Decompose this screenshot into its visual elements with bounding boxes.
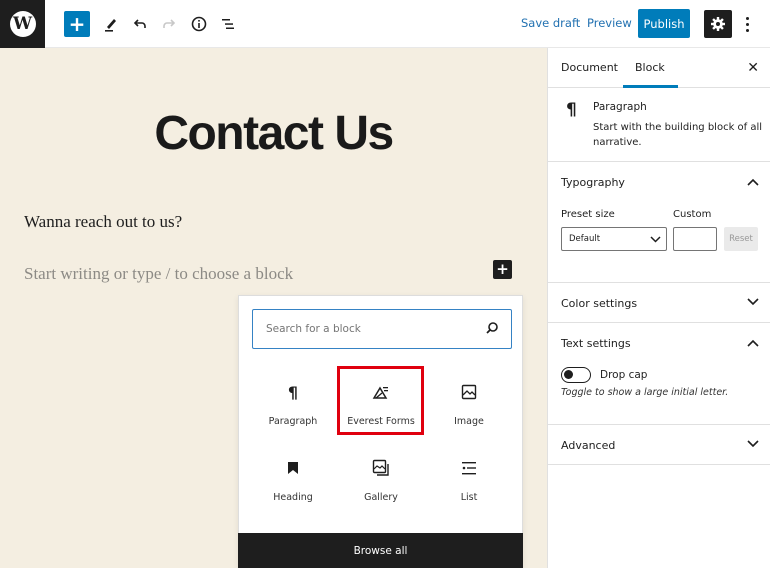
- block-card: ¶ Paragraph Start with the building bloc…: [548, 88, 770, 162]
- tools-button[interactable]: [98, 11, 124, 37]
- typography-panel: Typography Preset size Custom Default Re…: [548, 162, 770, 283]
- dot: [745, 28, 749, 32]
- save-draft-button[interactable]: Save draft: [521, 16, 580, 30]
- preview-button[interactable]: Preview: [587, 16, 632, 30]
- dot: [745, 22, 749, 26]
- block-item-image[interactable]: Image: [425, 374, 513, 440]
- list-icon: [461, 454, 477, 482]
- custom-size-input[interactable]: [673, 227, 717, 251]
- sidebar-tabs: Document Block ✕: [548, 48, 770, 88]
- chevron-down-icon: [650, 236, 661, 243]
- block-inserter-popover: ¶ Paragraph Everest Forms Image Heading …: [238, 295, 523, 568]
- typography-panel-toggle[interactable]: Typography: [561, 176, 625, 189]
- drop-cap-label: Drop cap: [600, 369, 648, 381]
- settings-button[interactable]: [704, 10, 732, 38]
- block-item-label: Heading: [273, 492, 313, 503]
- wordpress-logo-button[interactable]: W: [0, 0, 45, 48]
- text-settings-toggle[interactable]: Text settings: [561, 337, 631, 350]
- custom-size-label: Custom: [673, 209, 712, 220]
- redo-icon: [163, 19, 176, 28]
- chevron-up-icon[interactable]: [747, 178, 759, 186]
- text-settings-panel: Text settings Drop cap Toggle to show a …: [548, 323, 770, 425]
- tab-document[interactable]: Document: [561, 61, 618, 74]
- pilcrow-icon: ¶: [287, 382, 299, 402]
- close-sidebar-button[interactable]: ✕: [747, 60, 759, 76]
- chevron-down-icon[interactable]: [747, 298, 759, 306]
- list-view-icon: [222, 19, 234, 29]
- dot: [745, 16, 749, 20]
- reset-button[interactable]: Reset: [724, 227, 758, 251]
- info-button[interactable]: [186, 11, 212, 37]
- block-search-input[interactable]: [266, 323, 476, 335]
- chevron-down-icon[interactable]: [747, 440, 759, 448]
- block-item-heading[interactable]: Heading: [249, 450, 337, 516]
- preset-size-label: Preset size: [561, 209, 615, 220]
- bookmark-icon: [287, 454, 299, 482]
- block-item-label: Paragraph: [268, 416, 318, 427]
- color-settings-toggle[interactable]: Color settings: [561, 297, 637, 310]
- undo-button[interactable]: [127, 11, 153, 37]
- block-item-list[interactable]: List: [425, 450, 513, 516]
- undo-icon: [133, 19, 146, 28]
- browse-all-button[interactable]: Browse all: [238, 533, 523, 568]
- search-icon: [486, 322, 498, 334]
- block-item-paragraph[interactable]: ¶ Paragraph: [249, 374, 337, 440]
- drop-cap-toggle[interactable]: [561, 367, 591, 383]
- block-item-label: Image: [454, 416, 484, 427]
- close-icon: ✕: [747, 60, 759, 76]
- image-icon: [461, 378, 477, 406]
- block-item-gallery[interactable]: Gallery: [337, 450, 425, 516]
- block-search: [252, 309, 512, 349]
- preset-size-value: Default: [569, 234, 601, 244]
- paragraph-block[interactable]: Wanna reach out to us?: [24, 212, 182, 232]
- block-item-label: List: [460, 492, 478, 503]
- plus-icon: +: [496, 260, 509, 278]
- plus-icon: +: [68, 12, 86, 36]
- gallery-icon: [372, 454, 390, 482]
- post-title[interactable]: Contact Us: [0, 106, 547, 161]
- preset-size-select[interactable]: Default: [561, 227, 667, 251]
- publish-button[interactable]: Publish: [638, 9, 690, 38]
- chevron-up-icon[interactable]: [747, 339, 759, 347]
- block-item-label: Gallery: [364, 492, 398, 503]
- toggle-knob: [564, 370, 573, 379]
- pilcrow-icon: ¶: [566, 100, 577, 120]
- redo-button[interactable]: [156, 11, 182, 37]
- tab-block[interactable]: Block: [623, 61, 678, 88]
- info-icon: [191, 16, 207, 32]
- advanced-toggle[interactable]: Advanced: [561, 439, 615, 452]
- everest-forms-highlight-box: [337, 366, 424, 435]
- more-options-button[interactable]: [740, 12, 754, 36]
- color-settings-panel: Color settings: [548, 283, 770, 323]
- list-view-button[interactable]: [215, 11, 241, 37]
- settings-sidebar: Document Block ✕ ¶ Paragraph Start with …: [547, 48, 770, 568]
- editor-header: W + Save draft Preview Publish: [0, 0, 770, 48]
- inline-add-block-button[interactable]: +: [493, 260, 512, 279]
- pencil-icon: [105, 19, 116, 32]
- wordpress-logo-icon: W: [9, 11, 36, 37]
- empty-block-placeholder[interactable]: Start writing or type / to choose a bloc…: [24, 264, 293, 284]
- add-block-button[interactable]: +: [64, 11, 90, 37]
- block-card-description: Start with the building block of all nar…: [593, 122, 763, 148]
- drop-cap-help: Toggle to show a large initial letter.: [561, 387, 729, 398]
- block-card-title: Paragraph: [593, 101, 647, 113]
- advanced-panel: Advanced: [548, 425, 770, 465]
- gear-icon: [711, 17, 725, 31]
